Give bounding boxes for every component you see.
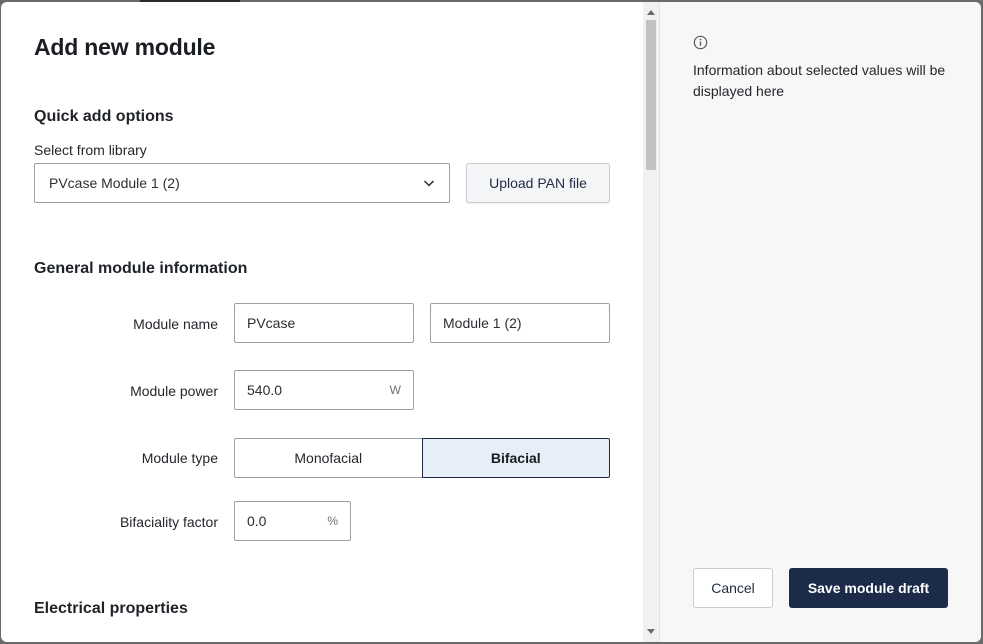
info-panel-text: Information about selected values will b…	[693, 62, 946, 99]
module-power-unit: W	[389, 383, 401, 397]
upload-pan-button[interactable]: Upload PAN file	[466, 163, 610, 203]
module-type-bifacial[interactable]: Bifacial	[421, 438, 610, 478]
save-module-draft-button[interactable]: Save module draft	[789, 568, 948, 608]
module-model-value: Module 1 (2)	[443, 315, 522, 331]
module-power-input[interactable]: 540.0 W	[234, 370, 414, 410]
bifaciality-unit: %	[327, 514, 338, 528]
scroll-up-icon[interactable]	[647, 10, 655, 15]
form-scrollbar[interactable]	[643, 2, 659, 642]
bifaciality-label: Bifaciality factor	[119, 514, 218, 530]
general-info-heading: General module information	[34, 260, 248, 277]
chevron-down-icon	[423, 180, 435, 187]
module-type-toggle: Monofacial Bifacial	[234, 438, 610, 478]
scroll-thumb[interactable]	[646, 20, 656, 170]
info-panel: Information about selected values will b…	[659, 2, 981, 642]
library-select-value: PVcase Module 1 (2)	[49, 175, 180, 191]
module-type-label: Module type	[141, 450, 218, 466]
module-power-label: Module power	[130, 383, 218, 399]
form-pane: Add new module Quick add options Select …	[1, 2, 643, 642]
dialog-title: Add new module	[34, 34, 216, 60]
module-power-value: 540.0	[247, 382, 283, 398]
info-icon	[693, 35, 708, 50]
module-model-input[interactable]: Module 1 (2)	[430, 303, 610, 343]
module-name-label: Module name	[133, 316, 218, 332]
library-label: Select from library	[34, 142, 147, 158]
quick-add-heading: Quick add options	[34, 108, 174, 125]
electrical-properties-heading: Electrical properties	[34, 600, 188, 617]
scroll-down-icon[interactable]	[647, 629, 655, 634]
bifaciality-input[interactable]: 0.0 %	[234, 501, 351, 541]
cancel-button[interactable]: Cancel	[693, 568, 773, 608]
module-type-monofacial[interactable]: Monofacial	[234, 438, 422, 478]
library-select[interactable]: PVcase Module 1 (2)	[34, 163, 450, 203]
module-manufacturer-input[interactable]: PVcase	[234, 303, 414, 343]
bifaciality-value: 0.0	[247, 513, 267, 529]
add-module-dialog: Add new module Quick add options Select …	[1, 2, 981, 642]
module-manufacturer-value: PVcase	[247, 315, 296, 331]
